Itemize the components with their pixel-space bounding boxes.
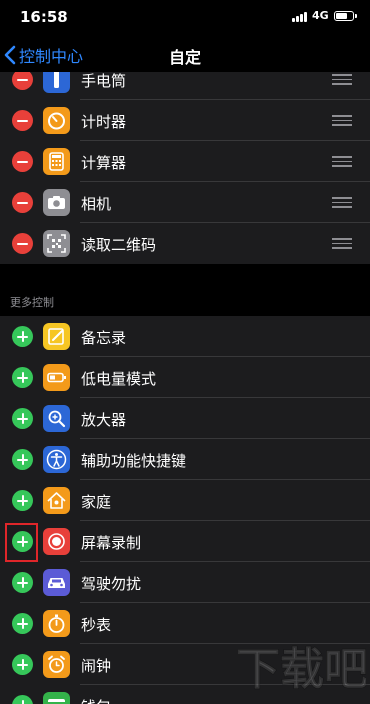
list-item-label: 备忘录 (81, 329, 127, 347)
stopwatch-icon (43, 610, 70, 637)
list-item-label: 手电筒 (81, 72, 127, 90)
car-icon (43, 569, 70, 596)
qr-code-icon (43, 230, 70, 257)
calculator-icon (43, 148, 70, 175)
home-icon (43, 487, 70, 514)
list-item-notes: 备忘录 (0, 316, 370, 357)
list-item-label: 低电量模式 (81, 370, 157, 388)
status-bar: 16:58 4G (0, 0, 370, 34)
list-item-label: 放大器 (81, 411, 127, 429)
add-button[interactable] (12, 490, 33, 511)
list-item-label: 相机 (81, 195, 112, 213)
screen-record-icon (43, 528, 70, 555)
list-item-label: 计时器 (81, 113, 127, 131)
list-item-label: 辅助功能快捷键 (81, 452, 187, 470)
list-item-home: 家庭 (0, 480, 370, 521)
flashlight-icon (43, 72, 70, 93)
add-button[interactable] (12, 408, 33, 429)
add-button[interactable] (12, 367, 33, 388)
list-item-label: 计算器 (81, 154, 127, 172)
list-item-do-not-disturb-driving: 驾驶勿扰 (0, 562, 370, 603)
reorder-handle-icon[interactable] (332, 74, 352, 85)
battery-icon (334, 11, 357, 21)
navigation-bar: 控制中心 自定 (0, 34, 370, 72)
list-item-timer: 计时器 (0, 100, 370, 141)
add-button[interactable] (12, 326, 33, 347)
reorder-handle-icon[interactable] (332, 156, 352, 167)
list-item-low-power: 低电量模式 (0, 357, 370, 398)
list-item-accessibility-shortcut: 辅助功能快捷键 (0, 439, 370, 480)
highlight-box (5, 523, 38, 562)
add-button[interactable] (12, 654, 33, 675)
low-power-icon (43, 364, 70, 391)
add-button[interactable] (12, 695, 33, 704)
list-item-label: 读取二维码 (81, 236, 157, 254)
list-item-label: 家庭 (81, 493, 112, 511)
reorder-handle-icon[interactable] (332, 197, 352, 208)
timer-icon (43, 107, 70, 134)
remove-button[interactable] (12, 110, 33, 131)
watermark-logo: 下载吧 (238, 644, 366, 696)
status-time: 16:58 (20, 8, 68, 26)
list-item-label: 闹钟 (81, 657, 112, 675)
included-controls-list: 手电筒 计时器 计算器 相机 读取二维码 (0, 72, 370, 264)
list-item-label: 秒表 (81, 616, 112, 634)
magnifier-icon (43, 405, 70, 432)
signal-icon (292, 12, 309, 22)
add-button[interactable] (12, 613, 33, 634)
alarm-icon (43, 651, 70, 678)
remove-button[interactable] (12, 151, 33, 172)
list-item-magnifier: 放大器 (0, 398, 370, 439)
page-title: 自定 (168, 48, 201, 67)
add-button[interactable] (12, 449, 33, 470)
section-header-more-controls: 更多控制 (10, 296, 54, 309)
svg-text:下载吧: 下载吧 (238, 644, 366, 695)
reorder-handle-icon[interactable] (332, 238, 352, 249)
remove-button[interactable] (12, 192, 33, 213)
list-item-screen-recording: 屏幕录制 (0, 521, 370, 562)
reorder-handle-icon[interactable] (332, 115, 352, 126)
network-type: 4G (312, 9, 329, 22)
remove-button[interactable] (12, 72, 33, 90)
list-item-qr-code: 读取二维码 (0, 223, 370, 264)
wallet-icon (43, 692, 70, 704)
remove-button[interactable] (12, 233, 33, 254)
list-item-label: 驾驶勿扰 (81, 575, 142, 593)
list-item-camera: 相机 (0, 182, 370, 223)
list-item-label: 屏幕录制 (81, 534, 142, 552)
accessibility-icon (43, 446, 70, 473)
notes-icon (43, 323, 70, 350)
add-button[interactable] (12, 572, 33, 593)
camera-icon (43, 189, 70, 216)
list-item-calculator: 计算器 (0, 141, 370, 182)
list-item-flashlight: 手电筒 (0, 72, 370, 100)
list-item-label: 钱包 (81, 696, 111, 704)
